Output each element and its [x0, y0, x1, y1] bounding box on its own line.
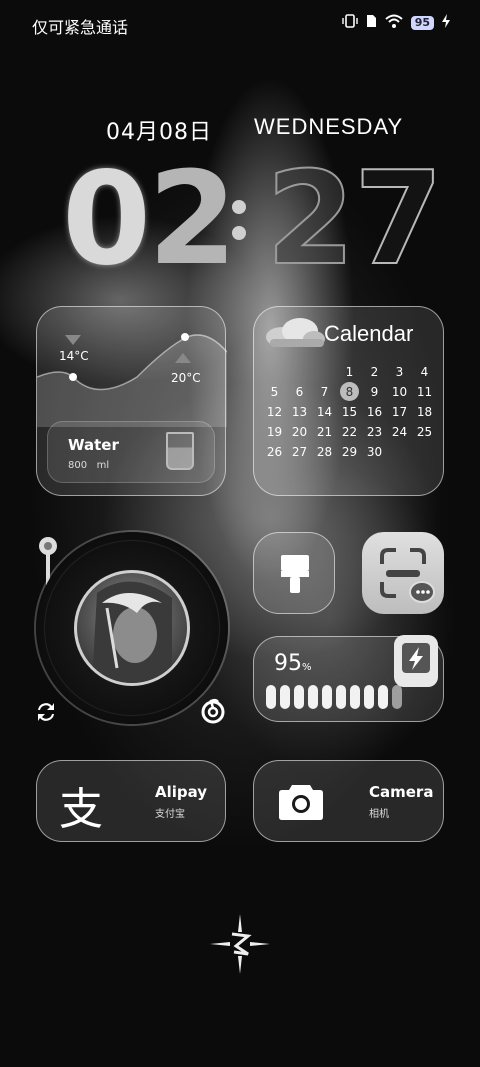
battery-bar — [266, 685, 276, 709]
calendar-day: 10 — [391, 385, 408, 399]
low-temperature: 14°C — [59, 349, 89, 363]
calendar-title: Calendar — [324, 321, 414, 346]
temperature-curve — [37, 333, 227, 427]
calendar-day: 18 — [416, 405, 433, 419]
calendar-day — [262, 362, 287, 382]
battery-bar — [350, 685, 360, 709]
cup-icon — [166, 432, 194, 470]
alipay-icon: 支 — [59, 784, 103, 835]
calendar-day: 24 — [391, 425, 408, 439]
calendar-day: 28 — [316, 445, 333, 459]
minute-tens: 2 — [265, 145, 356, 294]
calendar-day: 15 — [341, 405, 358, 419]
status-icons: 95 — [341, 14, 450, 32]
weekday-text: WEDNESDAY — [254, 114, 404, 139]
bolt-icon — [394, 635, 438, 687]
alipay-subtitle: 支付宝 — [155, 809, 185, 820]
calendar-day: 7 — [320, 385, 329, 399]
emblem-icon — [210, 914, 270, 974]
calendar-day: 21 — [316, 425, 333, 439]
battery-bar — [308, 685, 318, 709]
camera-icon — [279, 785, 323, 820]
battery-icon: 95 — [410, 16, 434, 30]
calendar-grid: 1 2 3 4 5 6 7 8 9 10 11 12 13 14 15 16 17 18 19 20 21 22 23 24 2… — [262, 362, 437, 462]
calendar-day: 1 — [345, 365, 354, 379]
calendar-day: 3 — [395, 365, 404, 379]
battery-bars — [266, 685, 402, 709]
calendar-day: 23 — [366, 425, 383, 439]
calendar-day: 11 — [416, 385, 433, 399]
calendar-day: 30 — [366, 445, 383, 459]
battery-bar — [392, 685, 402, 709]
clock-colon — [232, 200, 246, 252]
status-bar: 仅可紧急通话 95 — [0, 0, 480, 48]
scan-icon — [380, 548, 435, 603]
calendar-day: 9 — [370, 385, 379, 399]
calendar-today: 8 — [337, 382, 362, 402]
hour-tens: 0 — [62, 145, 152, 294]
alipay-shortcut[interactable]: 支 Alipay 支付宝 — [36, 760, 226, 842]
calendar-day: 5 — [270, 385, 279, 399]
water-tracker[interactable]: Water 800 ml — [47, 421, 215, 483]
cloud-icon — [266, 318, 325, 347]
high-temperature: 20°C — [171, 371, 201, 385]
battery-widget[interactable]: 95% — [253, 635, 444, 722]
calendar-day: 25 — [416, 425, 433, 439]
lock-clock: 0 2 2 7 — [0, 145, 480, 294]
charging-icon — [442, 14, 450, 32]
battery-bar — [364, 685, 374, 709]
calendar-week: 19 20 21 22 23 24 25 — [262, 422, 437, 442]
battery-bar — [378, 685, 388, 709]
album-art — [74, 570, 190, 686]
calendar-day: 6 — [295, 385, 304, 399]
calendar-day: 12 — [266, 405, 283, 419]
wifi-icon — [385, 14, 403, 32]
calendar-day: 29 — [341, 445, 358, 459]
calendar-week: 5 6 7 8 9 10 11 — [262, 382, 437, 402]
date-text: 04月08日 — [106, 120, 212, 145]
water-amount: 800 ml — [68, 460, 110, 471]
battery-bar — [322, 685, 332, 709]
calendar-day: 16 — [366, 405, 383, 419]
battery-bar — [294, 685, 304, 709]
refresh-icon[interactable] — [34, 700, 58, 730]
camera-name: Camera — [369, 783, 434, 801]
calendar-day: 13 — [291, 405, 308, 419]
calendar-day — [412, 442, 437, 462]
calendar-day: 19 — [266, 425, 283, 439]
calendar-day: 27 — [291, 445, 308, 459]
calendar-day: 20 — [291, 425, 308, 439]
camera-shortcut[interactable]: Camera 相机 — [253, 760, 444, 842]
sim-icon — [366, 14, 377, 32]
alipay-name: Alipay — [155, 783, 208, 801]
weather-widget[interactable]: 14°C 20°C Water 800 ml — [36, 306, 227, 496]
calendar-day: 26 — [266, 445, 283, 459]
calendar-day — [387, 442, 412, 462]
theme-brush-widget[interactable] — [253, 532, 335, 614]
battery-bar — [280, 685, 290, 709]
calendar-day: 14 — [316, 405, 333, 419]
calendar-day — [312, 362, 337, 382]
calendar-week: 26 27 28 29 30 — [262, 442, 437, 462]
calendar-widget[interactable]: Calendar 1 2 3 4 5 6 7 8 9 10 11 12 13 14 15 16 17 18 19 20… — [253, 306, 444, 496]
calendar-day: 4 — [420, 365, 429, 379]
scan-widget[interactable] — [362, 532, 444, 614]
carrier-text: 仅可紧急通话 — [32, 18, 129, 37]
water-title: Water — [68, 436, 119, 454]
hour-ones: 2 — [148, 145, 238, 294]
battery-bar — [336, 685, 346, 709]
calendar-week: 1 2 3 4 — [262, 362, 437, 382]
minute-ones: 7 — [353, 145, 444, 294]
netease-music-icon[interactable] — [200, 698, 226, 730]
brush-icon — [281, 555, 309, 593]
calendar-day: 22 — [341, 425, 358, 439]
calendar-day: 17 — [391, 405, 408, 419]
music-player-widget[interactable] — [36, 532, 228, 724]
calendar-day — [287, 362, 312, 382]
calendar-day: 2 — [370, 365, 379, 379]
camera-subtitle: 相机 — [369, 809, 389, 820]
calendar-week: 12 13 14 15 16 17 18 — [262, 402, 437, 422]
vibrate-icon — [341, 14, 358, 32]
battery-percent: 95% — [274, 651, 312, 676]
